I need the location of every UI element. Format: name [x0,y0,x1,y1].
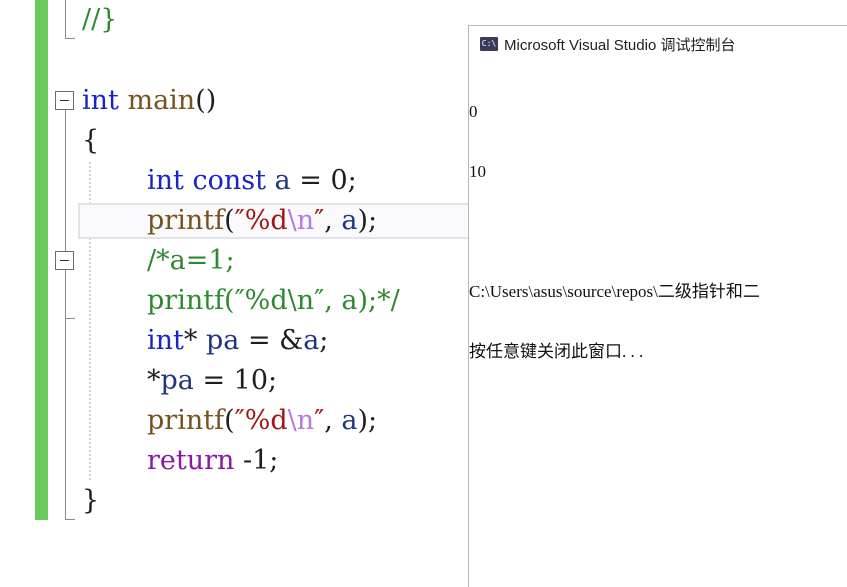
console-output-line: 0 [469,102,478,121]
code-token: ″%d [234,405,288,436]
code-token: , [324,405,342,436]
console-output[interactable]: 0 10 C:\Users\asus\source\repos\二级指针和二 按… [469,62,847,402]
console-output-line: 10 [469,162,486,181]
collapse-main-toggle[interactable] [55,91,74,110]
code-token: a [341,205,358,236]
fold-end-tick-top [65,38,75,39]
code-token: -1; [234,445,279,476]
code-token: a [341,405,358,436]
code-token: () [195,85,217,116]
debug-console-window[interactable]: C:\ Microsoft Visual Studio 调试控制台 0 10 C… [468,25,847,587]
code-token: = & [239,325,304,356]
code-token: int [82,85,119,116]
code-token: ( [224,205,235,236]
code-line-printf-2[interactable]: printf(″%d\n″, a); [147,401,377,441]
code-token: printf [147,205,225,236]
code-token: } [82,485,100,516]
fold-guide-top [65,0,66,38]
code-token: //} [82,4,118,35]
code-token: printf(″%d\n″, a);*/ [147,285,400,316]
code-line-pointer-decl[interactable]: int* pa = &a; [147,321,328,361]
console-output-line: C:\Users\asus\source\repos\二级指针和二 [469,282,760,301]
collapse-comment-toggle[interactable] [55,251,74,270]
code-token: pa [205,325,240,356]
console-output-line: 按任意键关闭此窗口. . . [469,342,644,361]
code-line-0[interactable]: //} [82,0,117,40]
console-app-icon: C:\ [480,37,498,51]
code-token: ″ [314,205,325,236]
code-token: printf [147,405,225,436]
code-line-return[interactable]: return -1; [147,441,278,481]
code-line-main[interactable]: int main() [82,81,216,121]
code-token: \n [287,205,315,236]
code-token: ″ [314,405,325,436]
code-token: ; [319,325,329,356]
fold-guide-main [65,110,66,520]
console-window-title: Microsoft Visual Studio 调试控制台 [504,36,736,54]
change-tracking-bar [35,0,48,520]
code-token: int [147,325,184,356]
code-line-const[interactable]: int const a = 0; [147,161,357,201]
fold-end-tick-comment [65,318,75,319]
code-token: * [183,325,206,356]
code-line-comment-1[interactable]: /*a=1; [147,241,235,281]
code-line-close-brace[interactable]: } [82,481,99,521]
code-token: a [274,165,291,196]
code-token: /*a=1; [147,245,235,276]
code-line-comment-2[interactable]: printf(″%d\n″, a);*/ [147,281,400,321]
code-token: const [192,165,266,196]
code-token: { [82,125,100,156]
code-line-open-brace[interactable]: { [82,121,99,161]
code-token: int [147,165,184,196]
fold-end-tick-main [65,519,75,520]
code-token: ″%d [234,205,288,236]
code-token: \n [287,405,315,436]
code-token: return [147,445,235,476]
console-titlebar[interactable]: C:\ Microsoft Visual Studio 调试控制台 [469,26,847,62]
code-token: * [147,365,161,396]
code-line-printf-1[interactable]: printf(″%d\n″, a); [147,201,377,241]
code-token: pa [160,365,194,396]
code-token: a [303,325,320,356]
code-token: ); [357,405,378,436]
code-token: , [324,205,342,236]
code-token: ); [357,205,378,236]
code-token: ( [224,405,235,436]
code-token: main [127,85,196,116]
code-line-pointer-assign[interactable]: *pa = 10; [147,361,277,401]
code-token: = 10; [193,365,278,396]
code-token: = 0; [290,165,357,196]
